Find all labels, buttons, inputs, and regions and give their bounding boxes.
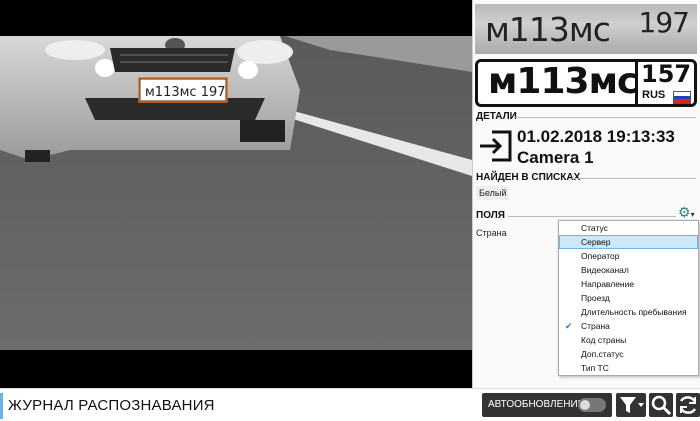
enter-icon (480, 130, 512, 162)
filter-icon (620, 397, 644, 413)
menu-item-video-channel[interactable]: Видеоканал (559, 263, 698, 277)
menu-item-operator[interactable]: Оператор (559, 249, 698, 263)
event-datetime: 01.02.2018 19:13:33 (517, 127, 675, 146)
menu-item-stay-duration[interactable]: Длительность пребывания (559, 305, 698, 319)
crop-plate-region: 197 (638, 6, 690, 39)
menu-item-extra-status[interactable]: Доп.статус (559, 347, 698, 361)
journal-title: ЖУРНАЛ РАСПОЗНАВАНИЯ (8, 397, 215, 414)
russia-flag-icon (673, 91, 691, 104)
menu-item-country-code[interactable]: Код страны (559, 333, 698, 347)
plate-region: 157 (641, 60, 692, 88)
auto-update-label: АВТООБНОВЛЕНИЕ (488, 399, 585, 410)
video-frame[interactable]: м113мс 197 (0, 0, 472, 388)
toggle-switch[interactable] (578, 398, 606, 412)
plate-country: RUS (642, 89, 666, 101)
menu-item-country[interactable]: ✔ Страна (559, 319, 698, 333)
plate-crop-image: м113мс 197 (475, 4, 697, 54)
menu-item-server[interactable]: Сервер (559, 235, 698, 249)
lists-section-title: НАЙДЕН В СПИСКАХ (476, 172, 581, 183)
divider (514, 117, 696, 118)
divider (508, 216, 676, 217)
checkmark-icon: ✔ (565, 321, 573, 331)
details-section-title: ДЕТАЛИ (476, 111, 517, 122)
plate-divider (635, 62, 638, 104)
accent-bar (0, 393, 3, 419)
filter-button[interactable] (616, 393, 646, 417)
plate-number: м113мс (488, 61, 638, 102)
list-item: Белый (476, 186, 510, 200)
gear-icon[interactable]: ⚙▾ (678, 204, 698, 220)
menu-item-passage[interactable]: Проезд (559, 291, 698, 305)
event-camera: Camera 1 (517, 148, 594, 167)
recognized-plate: м113мс 157 RUS (475, 59, 697, 107)
chevron-down-icon: ▾ (690, 210, 695, 219)
menu-item-vehicle-type[interactable]: Тип ТС (559, 361, 698, 375)
fields-section-title: ПОЛЯ (476, 210, 505, 221)
search-icon (651, 395, 672, 416)
divider (572, 178, 696, 179)
camera-frame-image: м113мс 197 (0, 0, 472, 388)
auto-update-toggle[interactable]: АВТООБНОВЛЕНИЕ (482, 393, 612, 417)
crop-plate-number: м113мс (485, 9, 611, 49)
video-plate-text: м113мс 197 (145, 85, 226, 100)
menu-item-direction[interactable]: Направление (559, 277, 698, 291)
fields-menu: Статус Сервер Оператор Видеоканал Направ… (558, 220, 699, 376)
refresh-icon (679, 396, 697, 414)
search-button[interactable] (649, 393, 673, 417)
field-country: Страна (476, 228, 507, 238)
menu-item-status[interactable]: Статус (559, 221, 698, 235)
refresh-button[interactable] (676, 393, 700, 417)
